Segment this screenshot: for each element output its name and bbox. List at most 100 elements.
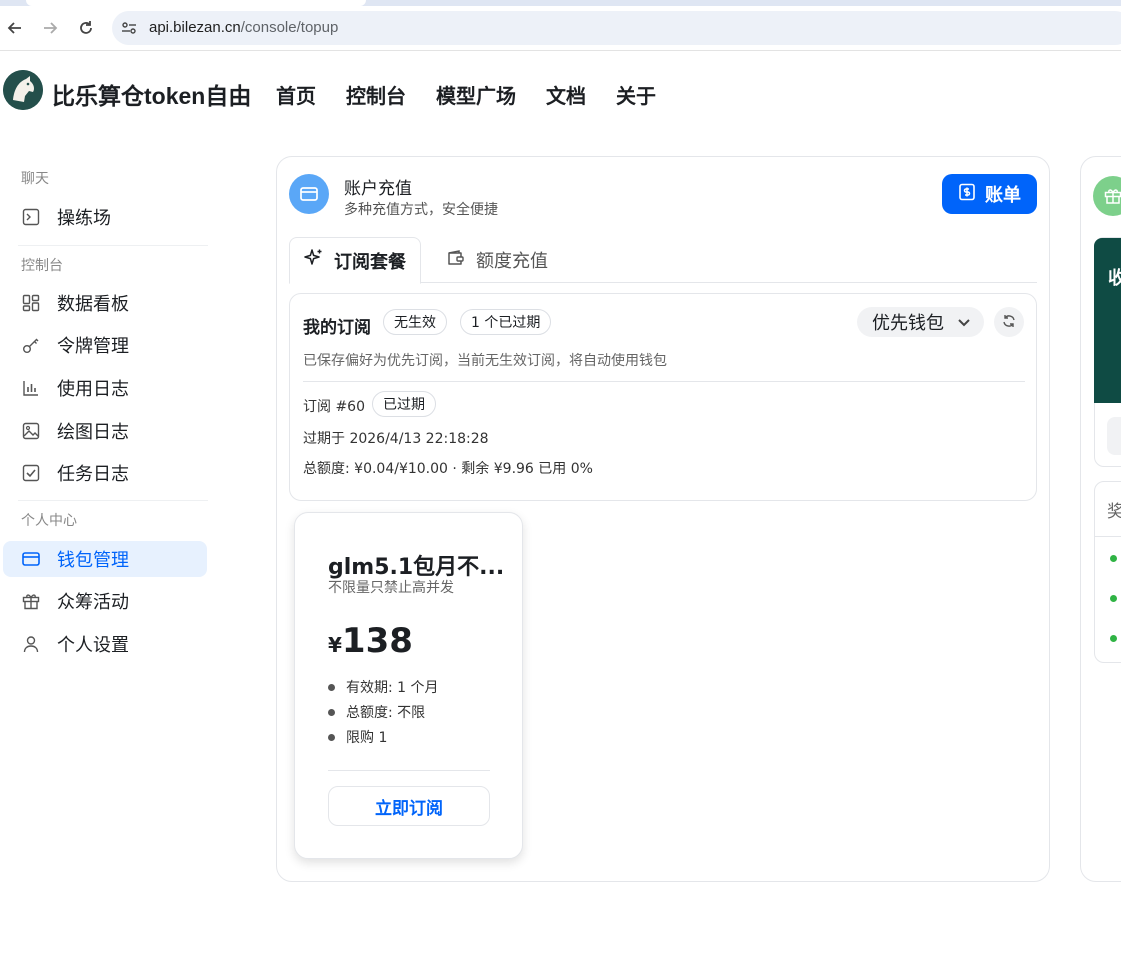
terminal-icon (22, 208, 40, 226)
nav-console[interactable]: 控制台 (346, 80, 406, 109)
wallet-icon (22, 550, 40, 568)
key-icon (22, 336, 40, 354)
bar-chart-icon (22, 379, 40, 397)
plan-feature: 总额度: 不限 (328, 702, 425, 722)
promo-banner[interactable]: 收 (1094, 238, 1121, 403)
promo-banner-text: 收 (1108, 268, 1121, 289)
sidebar-item-label: 任务日志 (57, 464, 129, 485)
promo-action-button[interactable] (1107, 417, 1121, 455)
sidebar-group-personal: 个人中心 (21, 513, 77, 529)
horse-logo-icon[interactable] (3, 70, 43, 110)
browser-toolbar: api.bilezan.cn/console/topup (0, 6, 1121, 51)
order-status-badge: 已过期 (372, 391, 436, 417)
my-subscription-panel: 我的订阅 无生效 1 个已过期 优先钱包 已保存偏好为优先订阅，当前无生效订阅，… (289, 293, 1037, 501)
url-host: api.bilezan.cn (149, 19, 241, 36)
tab-label: 订阅套餐 (334, 251, 406, 273)
image-icon (22, 422, 40, 440)
tab-label: 额度充值 (476, 251, 548, 272)
url-path: /console/topup (240, 19, 339, 36)
refresh-button[interactable] (994, 307, 1024, 337)
subscription-quota: 总额度: ¥0.04/¥10.00 · 剩余 ¥9.96 已用 0% (303, 461, 593, 477)
plan-card: glm5.1包月不... 不限量只禁止高并发 ¥138 有效期: 1 个月 总额… (294, 512, 523, 859)
status-dot (1110, 555, 1117, 562)
sidebar-divider (18, 500, 208, 501)
sidebar-group-console: 控制台 (21, 258, 63, 274)
plan-price: ¥138 (328, 621, 413, 661)
plan-feature-text: 总额度: 不限 (346, 705, 426, 721)
topup-subtitle: 多种充值方式，安全便捷 (344, 202, 498, 218)
plan-amount: 138 (341, 621, 413, 661)
sidebar-item-label: 令牌管理 (57, 336, 129, 357)
tab-quota-recharge[interactable]: 额度充值 (446, 237, 548, 283)
topup-title: 账户充值 (344, 179, 412, 199)
rewards-divider (1095, 536, 1121, 537)
sidebar-item-tokens[interactable]: 令牌管理 (3, 327, 207, 363)
topup-card: 账户充值 多种充值方式，安全便捷 账单 订阅套餐 额度充值 我的订阅 无生效 1… (276, 156, 1050, 882)
sidebar-item-label: 使用日志 (57, 379, 129, 400)
nav-model-market[interactable]: 模型广场 (436, 80, 516, 109)
payment-preference-value: 优先钱包 (872, 313, 944, 334)
address-bar[interactable]: api.bilezan.cn/console/topup (112, 11, 1121, 45)
dashboard-icon (22, 294, 40, 312)
subscribe-now-button[interactable]: 立即订阅 (328, 786, 490, 826)
subscription-expiry: 过期于 2026/4/13 22:18:28 (303, 431, 489, 447)
subscription-description: 已保存偏好为优先订阅，当前无生效订阅，将自动使用钱包 (303, 353, 667, 369)
credit-card-icon (289, 174, 329, 214)
sidebar-item-label: 钱包管理 (57, 550, 129, 571)
checkbox-icon (22, 464, 40, 482)
sidebar-item-label: 众筹活动 (57, 592, 129, 613)
sidebar-group-chat: 聊天 (21, 171, 49, 187)
subscription-divider (303, 381, 1025, 382)
sidebar-item-label: 操练场 (57, 208, 111, 229)
sidebar-item-crowdfunding[interactable]: 众筹活动 (3, 583, 207, 619)
plan-currency: ¥ (328, 633, 342, 657)
nav-docs[interactable]: 文档 (546, 80, 586, 109)
plan-feature-text: 有效期: 1 个月 (346, 680, 439, 696)
subscription-order-label: 订阅 #60 (303, 399, 365, 415)
forward-icon[interactable] (37, 15, 63, 41)
nav-about[interactable]: 关于 (616, 80, 656, 109)
sidebar-item-label: 数据看板 (57, 294, 129, 315)
brand-name[interactable]: 比乐算仓token自由 (52, 77, 251, 111)
plan-feature: 限购 1 (328, 727, 387, 747)
refresh-icon (1002, 313, 1016, 332)
back-icon[interactable] (2, 15, 28, 41)
bullet-icon (328, 683, 335, 691)
status-badge-active: 无生效 (383, 309, 447, 335)
sparkle-icon (304, 248, 324, 273)
tab-subscription[interactable]: 订阅套餐 (289, 237, 421, 284)
chevron-down-icon (956, 314, 972, 335)
sidebar-item-drawing-log[interactable]: 绘图日志 (3, 413, 207, 449)
sidebar-item-usage-log[interactable]: 使用日志 (3, 370, 207, 406)
plan-divider (328, 770, 490, 771)
topup-tabs: 订阅套餐 额度充值 (289, 237, 1037, 284)
sidebar-item-task-log[interactable]: 任务日志 (3, 455, 207, 491)
sidebar-item-label: 绘图日志 (57, 422, 129, 443)
bill-button[interactable]: 账单 (942, 174, 1037, 214)
status-dot (1110, 635, 1117, 642)
sidebar-item-dashboard[interactable]: 数据看板 (3, 285, 207, 321)
sidebar-item-wallet[interactable]: 钱包管理 (3, 541, 207, 577)
rewards-panel: 奖 (1094, 481, 1121, 663)
bullet-icon (328, 733, 335, 741)
payment-preference-select[interactable]: 优先钱包 (857, 307, 984, 337)
plan-feature-text: 限购 1 (346, 730, 388, 746)
wallet-icon (446, 248, 466, 273)
bullet-icon (328, 708, 335, 716)
app-header: 比乐算仓token自由 首页 控制台 模型广场 文档 关于 (0, 52, 1121, 132)
status-dot (1110, 595, 1117, 602)
sidebar-item-settings[interactable]: 个人设置 (3, 626, 207, 662)
sidebar-item-label: 个人设置 (57, 635, 129, 656)
my-subscription-title: 我的订阅 (303, 318, 371, 338)
reload-icon[interactable] (73, 15, 99, 41)
nav-home[interactable]: 首页 (276, 80, 316, 109)
sidebar-item-playground[interactable]: 操练场 (3, 199, 207, 235)
top-nav: 首页 控制台 模型广场 文档 关于 (276, 80, 656, 109)
sidebar-divider (18, 245, 208, 246)
dollar-receipt-icon (958, 183, 976, 206)
bill-button-label: 账单 (985, 185, 1021, 206)
site-settings-icon[interactable] (120, 19, 138, 37)
rewards-title: 奖 (1107, 502, 1121, 522)
status-badge-expired-count: 1 个已过期 (460, 309, 552, 335)
plan-feature: 有效期: 1 个月 (328, 677, 439, 697)
